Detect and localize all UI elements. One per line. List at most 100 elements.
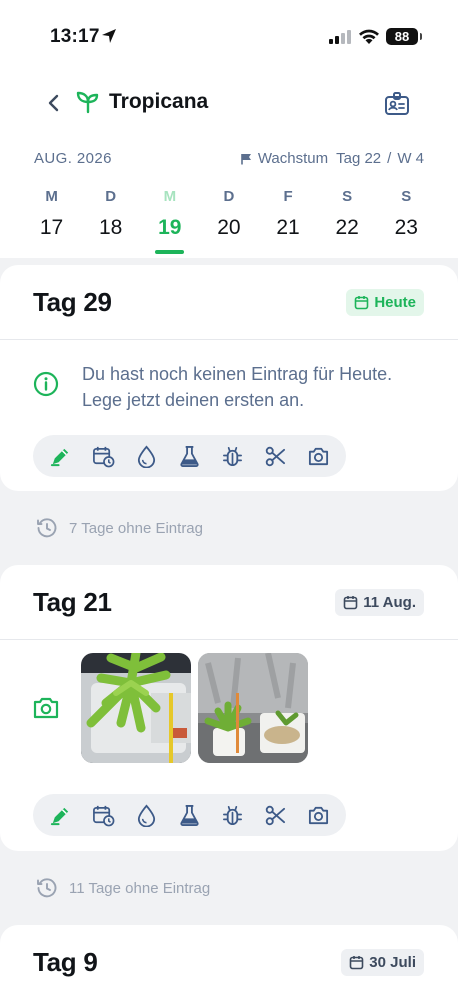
- day-number: 20: [217, 216, 241, 239]
- week-day[interactable]: F 21: [259, 186, 318, 256]
- entry-card-header: Tag 9 30 Juli: [0, 925, 458, 999]
- back-chevron-icon[interactable]: [44, 92, 64, 114]
- battery-indicator: 88: [386, 28, 422, 45]
- day-number: 19: [158, 216, 182, 239]
- training-button[interactable]: [254, 435, 297, 477]
- info-text: Du hast noch keinen Eintrag für Heute. L…: [82, 364, 393, 410]
- camera-icon: [308, 447, 329, 465]
- calendar-icon: [349, 956, 364, 970]
- nutrients-button[interactable]: [168, 435, 211, 477]
- weekday-letter: M: [163, 188, 177, 205]
- weekday-letter: M: [45, 188, 58, 205]
- week-day-selected[interactable]: M 19: [140, 186, 199, 256]
- entry-day-title: Tag 9: [33, 947, 98, 977]
- edit-icon: [50, 448, 69, 466]
- month-label[interactable]: AUG. 2026: [34, 150, 112, 167]
- training-button[interactable]: [254, 794, 297, 836]
- plant-photo[interactable]: [198, 653, 308, 763]
- week-day[interactable]: S 23: [377, 186, 436, 256]
- history-icon: [37, 518, 57, 538]
- plant-photo[interactable]: [81, 653, 191, 763]
- edit-note-button[interactable]: [39, 435, 82, 477]
- week-label: W 4: [397, 150, 424, 167]
- badge-label: Heute: [374, 294, 416, 311]
- date-badge: 30 Juli: [341, 949, 424, 976]
- plant-profile-icon[interactable]: [384, 91, 410, 117]
- gap-text: 11 Tage ohne Eintrag: [69, 879, 211, 897]
- pest-button[interactable]: [211, 794, 254, 836]
- week-day[interactable]: D 18: [81, 186, 140, 256]
- status-bar: 13:17 88: [0, 0, 458, 70]
- water-drop-icon: [137, 804, 156, 827]
- week-day[interactable]: M 17: [22, 186, 81, 256]
- watering-button[interactable]: [125, 435, 168, 477]
- wifi-icon: [359, 29, 379, 44]
- flask-icon: [180, 445, 199, 467]
- cellular-signal-icon: [329, 30, 351, 44]
- entry-action-toolbar: [33, 435, 346, 477]
- entry-card: Tag 29 Heute Du hast noch keinen Eintrag…: [0, 265, 458, 491]
- today-badge: Heute: [346, 289, 424, 316]
- edit-note-button[interactable]: [39, 794, 82, 836]
- week-day[interactable]: S 22: [318, 186, 377, 256]
- entry-card: Tag 21 11 Aug.: [0, 565, 458, 851]
- weekday-letter: F: [283, 188, 293, 205]
- sprout-icon: [76, 91, 99, 114]
- date-badge: 11 Aug.: [335, 589, 424, 616]
- entry-day-title: Tag 21: [33, 587, 112, 617]
- gap-text: 7 Tage ohne Eintrag: [69, 519, 203, 537]
- entry-card-header: Tag 21 11 Aug.: [0, 565, 458, 640]
- entry-card-header: Tag 29 Heute: [0, 265, 458, 340]
- camera-icon: [308, 806, 329, 824]
- weekday-letter: D: [105, 188, 117, 205]
- plant-photo-image: [198, 653, 308, 763]
- plant-photo-image: [81, 653, 191, 763]
- weekday-letter: D: [223, 188, 235, 205]
- scissors-icon: [265, 446, 286, 466]
- month-row: AUG. 2026 Wachstum Tag 22 / W 4: [0, 148, 458, 172]
- no-entry-gap: 7 Tage ohne Eintrag: [36, 517, 203, 539]
- day-number: 18: [99, 216, 123, 239]
- weekday-letter: S: [401, 188, 412, 205]
- calendar-refresh-icon: [93, 805, 115, 826]
- location-arrow-icon: [102, 29, 116, 43]
- nutrients-button[interactable]: [168, 794, 211, 836]
- reschedule-button[interactable]: [82, 794, 125, 836]
- photo-button[interactable]: [297, 794, 340, 836]
- entry-action-toolbar: [33, 794, 346, 836]
- reschedule-button[interactable]: [82, 435, 125, 477]
- week-strip: M 17 D 18 M 19 D 20 F 21 S 22 S 23: [22, 186, 436, 256]
- day-number: 17: [39, 216, 64, 239]
- phase-separator: /: [387, 150, 392, 167]
- week-day[interactable]: D 20: [199, 186, 258, 256]
- page-title: Tropicana: [109, 90, 209, 113]
- weekday-letter: S: [342, 188, 353, 205]
- day-count-label: Tag 22: [336, 150, 382, 167]
- day-number: 21: [276, 216, 300, 239]
- info-icon: [33, 371, 59, 397]
- bug-icon: [223, 446, 242, 466]
- phase-info: Wachstum Tag 22 / W 4: [241, 150, 424, 167]
- edit-icon: [50, 807, 69, 825]
- app-header: Tropicana: [0, 80, 458, 126]
- entry-card: Tag 9 30 Juli: [0, 925, 458, 1000]
- calendar-refresh-icon: [93, 446, 115, 467]
- day-number: 22: [335, 216, 359, 239]
- flag-icon: [241, 153, 251, 164]
- calendar-icon: [355, 296, 369, 310]
- water-drop-icon: [137, 445, 156, 468]
- no-entry-gap: 11 Tage ohne Eintrag: [36, 877, 210, 899]
- top-section: 13:17 88 Tropicana AUG. 2026 Wachstum Ta…: [0, 0, 458, 258]
- flask-icon: [180, 804, 199, 826]
- camera-icon: [33, 697, 59, 719]
- pest-button[interactable]: [211, 435, 254, 477]
- photo-button[interactable]: [297, 435, 340, 477]
- day-number: 23: [394, 216, 418, 239]
- scissors-icon: [265, 805, 286, 825]
- calendar-icon: [343, 596, 358, 610]
- entry-day-title: Tag 29: [33, 287, 112, 317]
- watering-button[interactable]: [125, 794, 168, 836]
- badge-label: 11 Aug.: [363, 594, 416, 611]
- status-time: 13:17: [50, 26, 100, 47]
- phase-label: Wachstum: [257, 150, 329, 167]
